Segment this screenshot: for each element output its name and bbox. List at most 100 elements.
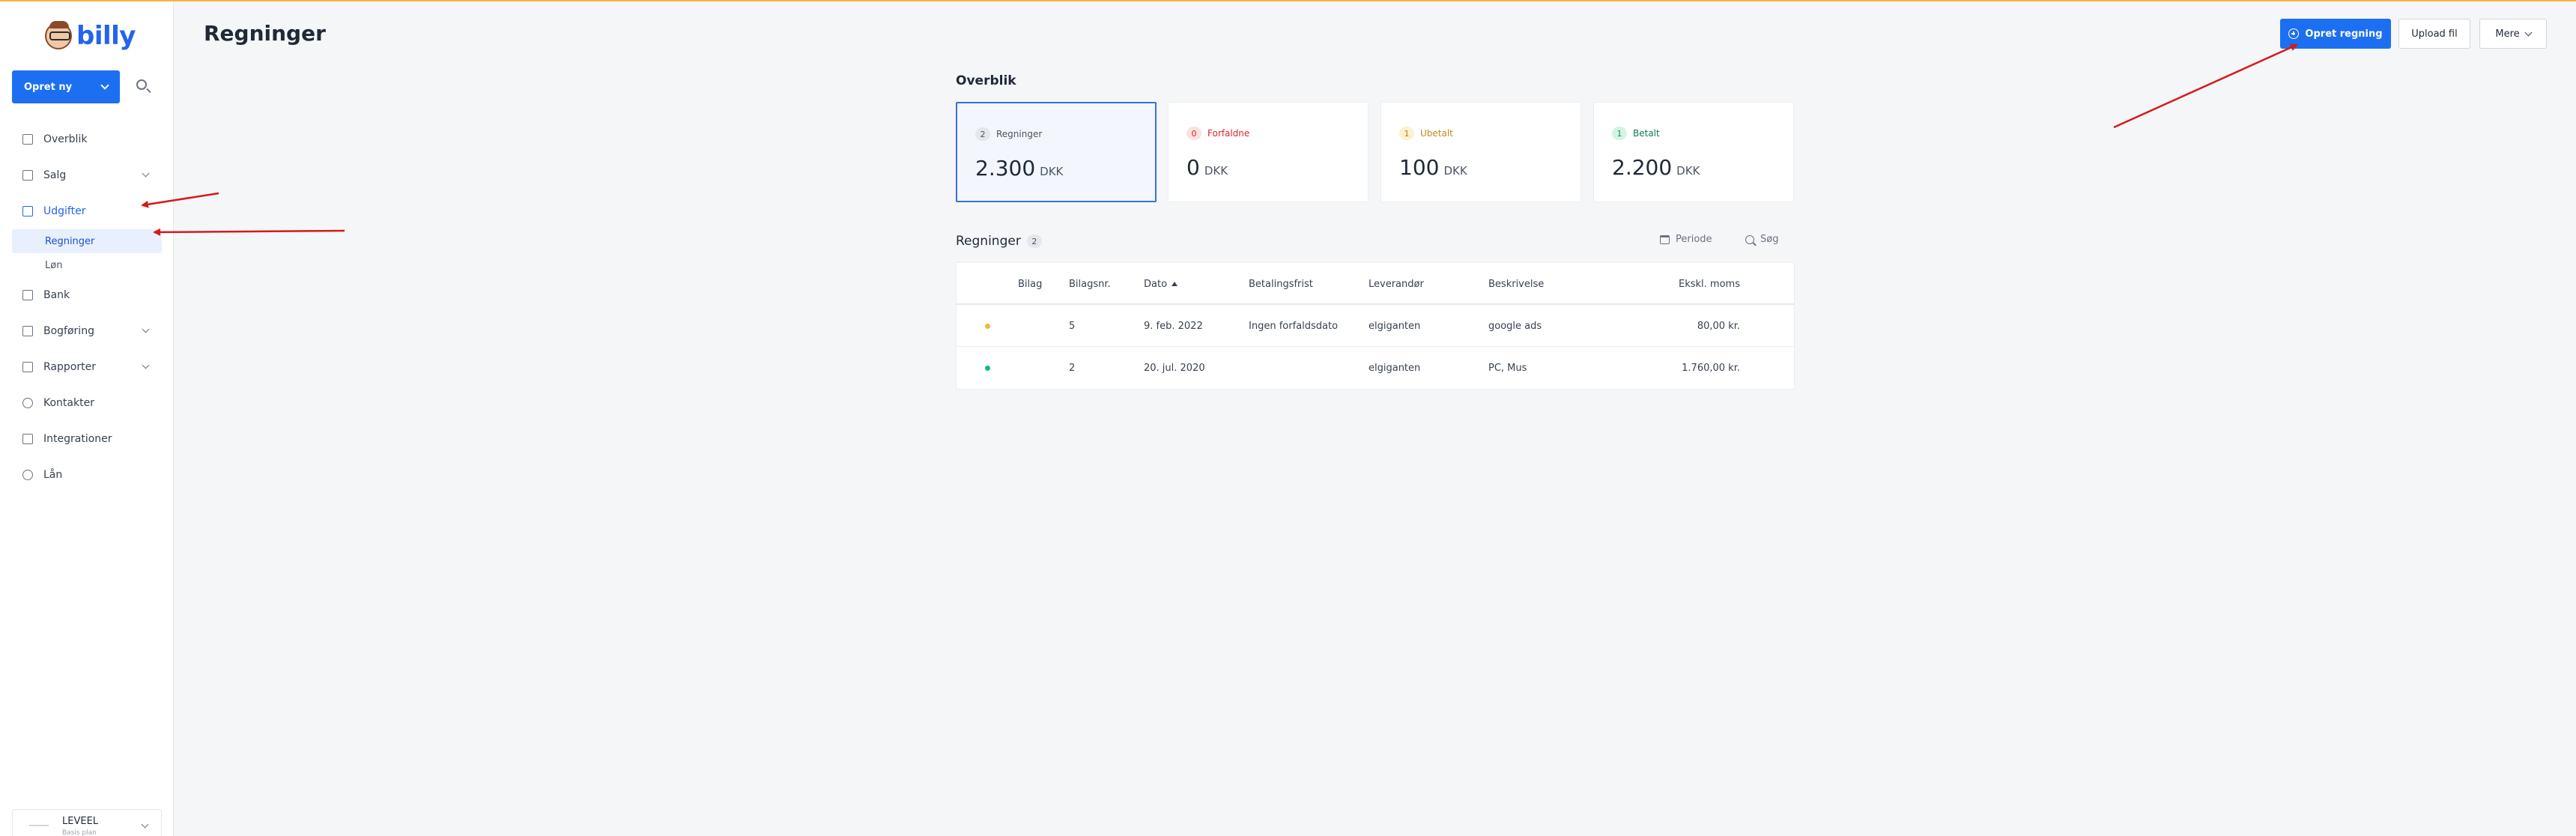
monitor-icon xyxy=(22,134,33,145)
sidebar-item-integrationer[interactable]: Integrationer xyxy=(12,421,162,457)
card-label: Regninger xyxy=(996,129,1043,139)
sidebar-item-label: Overblik xyxy=(43,133,88,145)
card-count: 1 xyxy=(1612,127,1627,140)
card-amount: 0 xyxy=(1187,155,1200,180)
card-amount: 100 xyxy=(1399,155,1440,180)
card-currency: DKK xyxy=(1204,164,1228,178)
sidebar-item-salg[interactable]: Salg xyxy=(12,157,162,193)
overview-card-forfaldne[interactable]: 0 Forfaldne 0 DKK xyxy=(1168,102,1369,202)
sidebar-item-label: Lån xyxy=(43,469,63,481)
calendar-icon xyxy=(1660,234,1670,244)
status-dot-paid xyxy=(985,365,990,371)
sidebar-item-rapporter[interactable]: Rapporter xyxy=(12,349,162,385)
period-filter-button[interactable]: Periode xyxy=(1660,234,1712,245)
cell-beskrivelse: PC, Mus xyxy=(1488,362,1527,374)
overview-card-betalt[interactable]: 1 Betalt 2.200 DKK xyxy=(1593,102,1794,202)
sidebar-search-button[interactable] xyxy=(135,78,153,96)
card-count: 0 xyxy=(1187,127,1201,140)
column-header-bilag[interactable]: Bilag xyxy=(1018,263,1042,305)
sidebar-nav: Overblik Salg Udgifter Regninger Løn Ban… xyxy=(12,121,162,493)
sort-ascending-icon xyxy=(1172,282,1178,286)
sidebar-item-bogforing[interactable]: Bogføring xyxy=(12,313,162,349)
status-cell xyxy=(985,347,990,389)
sidebar-item-bank[interactable]: Bank xyxy=(12,277,162,313)
chevron-down-icon xyxy=(142,361,150,369)
billy-mascot-icon xyxy=(45,21,72,49)
chevron-down-icon xyxy=(142,169,150,178)
sidebar-item-label: Kontakter xyxy=(43,397,94,409)
upload-file-label: Upload fil xyxy=(2411,28,2458,40)
column-header-beskrivelse[interactable]: Beskrivelse xyxy=(1488,263,1544,305)
cell-beskrivelse: google ads xyxy=(1488,320,1542,332)
column-header-ekskl-moms[interactable]: Ekskl. moms xyxy=(1631,263,1740,305)
more-button[interactable]: Mere xyxy=(2479,19,2547,49)
overview-card-regninger[interactable]: 2 Regninger 2.300 DKK xyxy=(956,102,1157,202)
create-bill-button[interactable]: Opret regning xyxy=(2280,19,2391,49)
receipt-icon xyxy=(22,206,33,216)
column-header-dato[interactable]: Dato xyxy=(1144,263,1178,305)
table-row[interactable]: 2 20. jul. 2020 elgiganten PC, Mus 1.760… xyxy=(957,347,1794,389)
bank-icon xyxy=(22,290,33,300)
card-label: Forfaldne xyxy=(1207,128,1250,139)
plus-circle-icon xyxy=(2288,28,2300,39)
chevron-down-icon xyxy=(2524,28,2533,36)
cell-dato: 9. feb. 2022 xyxy=(1144,320,1203,332)
card-label: Betalt xyxy=(1633,128,1660,139)
page-title: Regninger xyxy=(204,21,326,46)
column-header-bilagsnr[interactable]: Bilagsnr. xyxy=(1069,263,1111,305)
cell-betalingsfrist: Ingen forfaldsdato xyxy=(1249,320,1339,332)
sidebar: billy Opret ny Overblik Salg Udgifter Re… xyxy=(0,1,174,836)
ledger-icon xyxy=(22,326,33,336)
cell-amount: 1.760,00 kr. xyxy=(1682,362,1740,374)
company-logo xyxy=(29,825,49,826)
sidebar-item-udgifter[interactable]: Udgifter xyxy=(12,193,162,229)
cell-bilagsnr: 2 xyxy=(1069,362,1076,374)
sidebar-item-label: Salg xyxy=(43,169,67,181)
overview-title: Overblik xyxy=(956,73,1016,88)
table-row[interactable]: 5 9. feb. 2022 Ingen forfaldsdato elgiga… xyxy=(957,305,1794,347)
upload-file-button[interactable]: Upload fil xyxy=(2398,19,2470,49)
chevron-down-icon xyxy=(141,820,149,829)
sidebar-subitem-label: Regninger xyxy=(45,235,95,247)
cell-leverandor: elgiganten xyxy=(1369,320,1421,332)
card-count: 1 xyxy=(1399,127,1414,140)
bills-table: Bilag Bilagsnr. Dato Betalingsfrist Leve… xyxy=(956,262,1795,390)
sidebar-item-lan[interactable]: Lån xyxy=(12,457,162,493)
sidebar-item-label: Bogføring xyxy=(43,325,94,337)
cell-leverandor: elgiganten xyxy=(1369,362,1421,374)
top-accent-line xyxy=(0,0,2576,1)
billy-logo[interactable]: billy xyxy=(45,21,136,51)
card-count: 2 xyxy=(975,127,990,141)
card-amount: 2.200 xyxy=(1612,155,1673,180)
loan-icon xyxy=(22,470,33,480)
card-amount: 2.300 xyxy=(975,156,1036,181)
shop-icon xyxy=(22,170,33,181)
search-label: Søg xyxy=(1760,234,1779,245)
bills-count-badge: 2 xyxy=(1026,234,1042,248)
bills-search-button[interactable]: Søg xyxy=(1745,234,1778,245)
sidebar-item-overblik[interactable]: Overblik xyxy=(12,121,162,157)
more-label: Mere xyxy=(2495,28,2520,40)
create-bill-label: Opret regning xyxy=(2305,28,2383,40)
column-header-betalingsfrist[interactable]: Betalingsfrist xyxy=(1249,263,1313,305)
sidebar-item-label: Bank xyxy=(43,289,70,301)
table-header-row: Bilag Bilagsnr. Dato Betalingsfrist Leve… xyxy=(957,263,1794,305)
sidebar-item-kontakter[interactable]: Kontakter xyxy=(12,385,162,421)
card-currency: DKK xyxy=(1443,164,1467,178)
company-name: LEVEEL xyxy=(62,816,99,827)
company-switcher[interactable]: LEVEEL Basis plan xyxy=(12,809,162,836)
card-currency: DKK xyxy=(1040,165,1064,178)
sidebar-subitem-regninger[interactable]: Regninger xyxy=(12,229,162,253)
status-cell xyxy=(985,305,990,347)
annotation-arrow-regninger xyxy=(153,228,345,236)
period-label: Periode xyxy=(1676,234,1712,245)
overview-card-ubetalt[interactable]: 1 Ubetalt 100 DKK xyxy=(1381,102,1581,202)
column-header-leverandor[interactable]: Leverandør xyxy=(1369,263,1424,305)
create-new-button[interactable]: Opret ny xyxy=(12,70,120,103)
create-new-label: Opret ny xyxy=(24,81,73,93)
cell-bilagsnr: 5 xyxy=(1069,320,1076,332)
column-header-dato-label: Dato xyxy=(1144,278,1168,290)
annotation-arrow-create-bill xyxy=(2113,43,2298,129)
company-plan: Basis plan xyxy=(62,829,97,836)
sidebar-subitem-lon[interactable]: Løn xyxy=(12,253,162,277)
